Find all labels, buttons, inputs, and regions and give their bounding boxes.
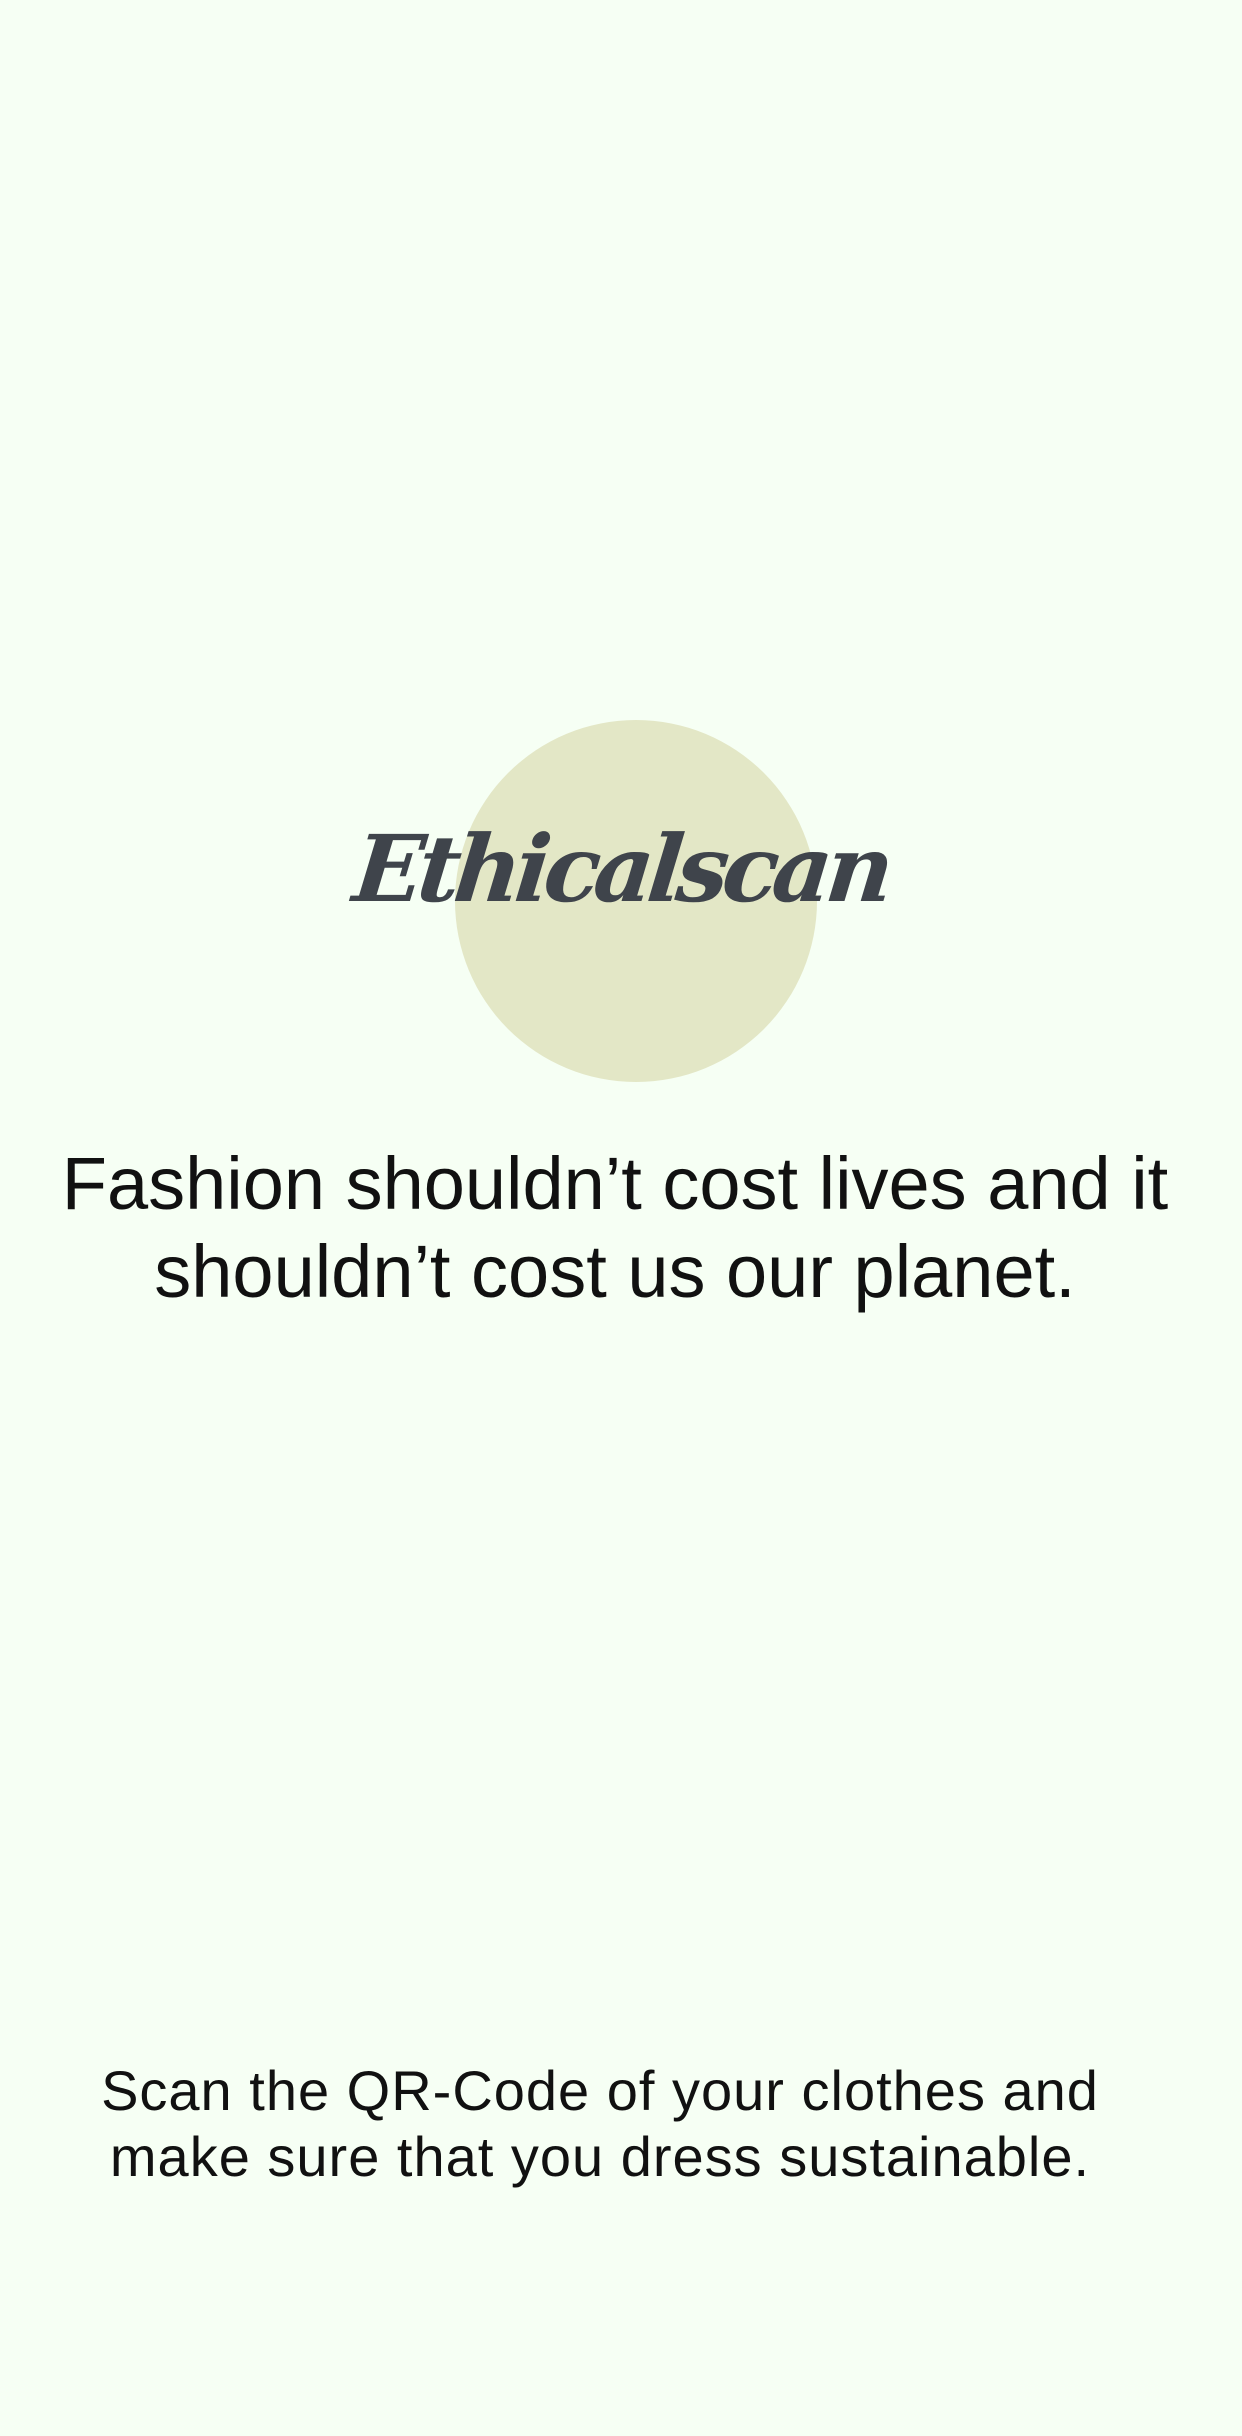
scan-instruction: Scan the QR-Code of your clothes and mak… — [101, 2059, 1099, 2188]
tagline: Fashion shouldn’t cost lives and it shou… — [61, 1142, 1169, 1313]
app-logo: Ethicalscan — [348, 815, 894, 923]
splash-screen: Ethicalscan Fashion shouldn’t cost lives… — [0, 0, 1242, 2436]
